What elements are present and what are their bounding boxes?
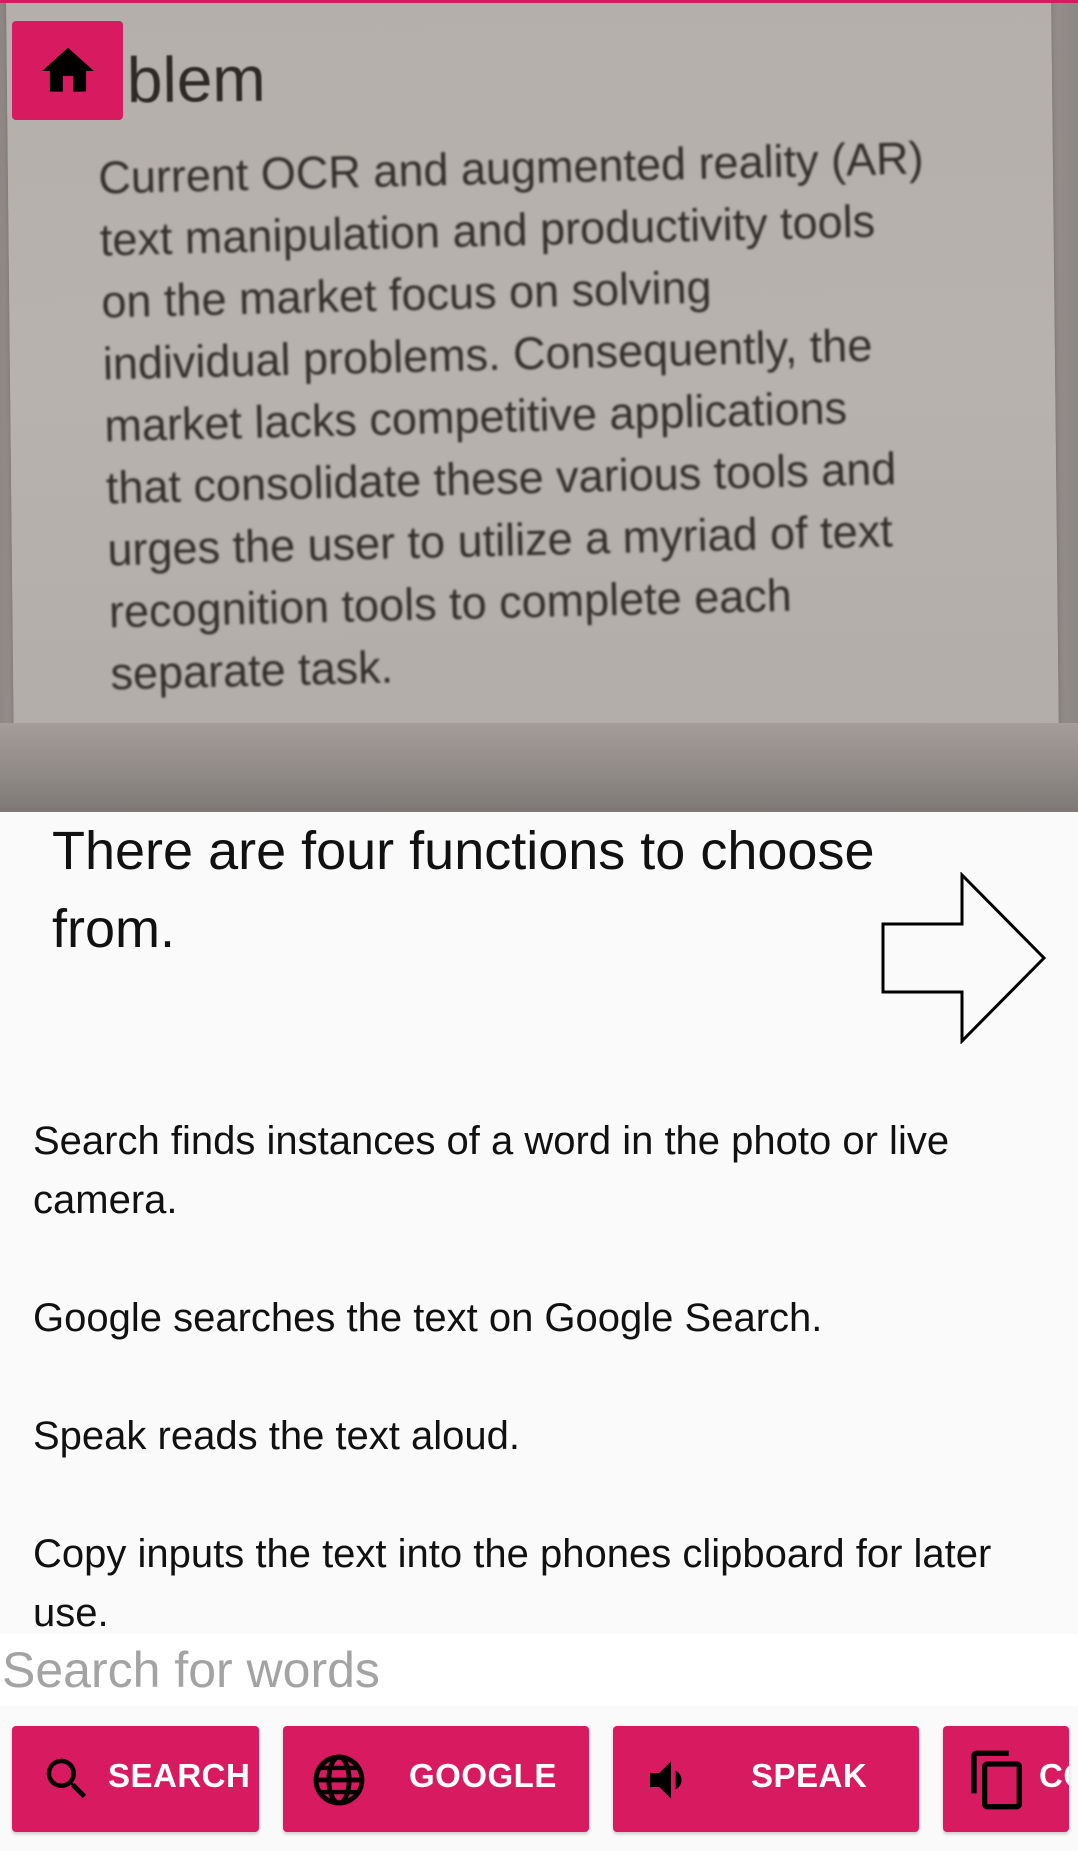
copy-button-label: COPY	[1039, 1757, 1069, 1794]
speak-button[interactable]: SPEAK	[613, 1726, 919, 1832]
google-button-label: GOOGLE	[409, 1757, 557, 1794]
home-icon	[41, 47, 94, 92]
arrow-right-outline-icon[interactable]	[880, 872, 1048, 1044]
tutorial-heading-line: from.	[52, 899, 176, 959]
speak-button-label: SPEAK	[751, 1757, 868, 1794]
tutorial-heading: There are four functions to choose from.	[52, 812, 952, 968]
globe-icon	[313, 1754, 365, 1806]
photographed-document: blem Current OCR and augmented reality (…	[5, 3, 1060, 769]
description-search: Search finds instances of a word in the …	[33, 1119, 950, 1222]
camera-preview[interactable]: blem Current OCR and augmented reality (…	[0, 3, 1078, 812]
description-google: Google searches the text on Google Searc…	[33, 1296, 823, 1340]
home-button[interactable]	[12, 21, 123, 120]
action-bar: SEARCH GOOGLE SPEAK COPY	[0, 1706, 1078, 1851]
description-copy: Copy inputs the text into the phones cli…	[33, 1532, 992, 1635]
tutorial-panel: There are four functions to choose from.…	[0, 812, 1078, 1635]
google-button[interactable]: GOOGLE	[283, 1726, 589, 1832]
speaker-icon	[650, 1761, 682, 1799]
search-row	[0, 1634, 1078, 1706]
search-input[interactable]	[0, 1634, 1078, 1706]
search-icon	[46, 1758, 87, 1799]
copy-icon	[971, 1750, 1022, 1810]
copy-button[interactable]: COPY	[943, 1726, 1069, 1832]
search-button-label: SEARCH	[108, 1757, 251, 1794]
preview-shadow	[0, 723, 1078, 812]
tutorial-heading-line: There are four functions to choose	[52, 821, 875, 881]
document-title: blem	[126, 42, 267, 117]
document-body: Current OCR and augmented reality (AR) t…	[98, 125, 1051, 706]
search-button[interactable]: SEARCH	[12, 1726, 259, 1832]
description-speak: Speak reads the text aloud.	[33, 1414, 520, 1458]
tutorial-descriptions: Search finds instances of a word in the …	[33, 1112, 1053, 1702]
